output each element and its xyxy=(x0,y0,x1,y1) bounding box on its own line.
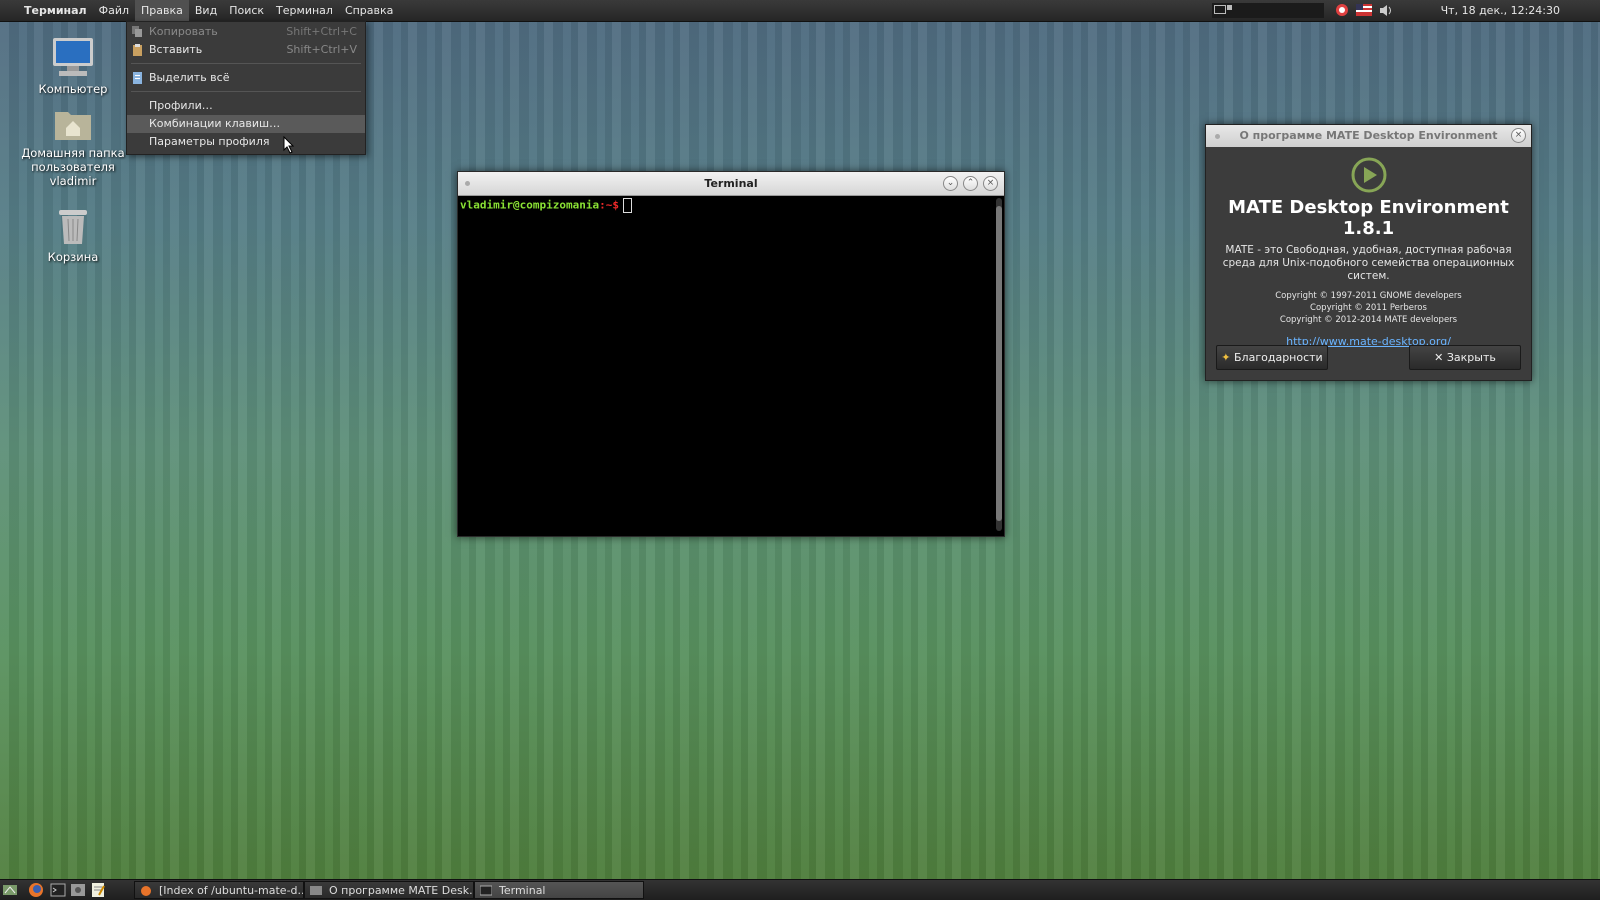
menu-app-terminal[interactable]: Терминал xyxy=(18,0,93,21)
about-dialog[interactable]: О программе MATE Desktop Environment × M… xyxy=(1205,124,1532,381)
workspace-1[interactable] xyxy=(1214,5,1226,14)
notification-icon[interactable] xyxy=(1335,3,1350,18)
menu-item-profiles-label: Профили… xyxy=(149,99,213,112)
minimize-icon[interactable]: ⌄ xyxy=(943,176,958,191)
text-editor-icon[interactable] xyxy=(90,882,106,898)
desktop-icon-home-label-2: пользователя xyxy=(31,160,115,174)
mate-logo-icon xyxy=(1351,157,1386,193)
menu-item-shortcuts[interactable]: Комбинации клавиш… xyxy=(127,115,365,133)
desktop-icon-trash[interactable]: Корзина xyxy=(18,206,128,264)
menu-bar: Терминал Файл Правка Вид Поиск Терминал … xyxy=(18,0,399,21)
desktop-icon-computer-label: Компьютер xyxy=(38,82,108,96)
terminal-titlebar[interactable]: Terminal ⌄ ⌃ × xyxy=(458,172,1004,196)
copyright-line: Copyright © 2012-2014 MATE developers xyxy=(1279,315,1458,325)
menu-separator xyxy=(131,63,361,64)
menu-item-paste-label: Вставить xyxy=(149,43,203,56)
close-icon[interactable]: × xyxy=(1511,128,1526,143)
star-icon: ✦ xyxy=(1221,351,1231,364)
workspace-switcher[interactable] xyxy=(1212,3,1324,18)
menu-item-profile-preferences[interactable]: Параметры профиля xyxy=(127,133,365,151)
menu-item-copy[interactable]: Копировать Shift+Ctrl+C xyxy=(127,23,365,41)
desktop-icon-trash-label: Корзина xyxy=(47,250,99,264)
copyright-line: Copyright © 2011 Perberos xyxy=(1310,303,1427,313)
edit-menu-dropdown: Копировать Shift+Ctrl+C Вставить Shift+C… xyxy=(126,21,366,155)
firefox-icon[interactable] xyxy=(28,882,44,898)
about-window-icon xyxy=(310,886,322,895)
menu-file[interactable]: Файл xyxy=(93,0,135,21)
close-icon[interactable]: × xyxy=(983,176,998,191)
menu-item-copy-label: Копировать xyxy=(149,25,218,38)
taskbar-item-label: [Index of /ubuntu-mate-d... xyxy=(159,884,304,897)
close-button[interactable]: ✕ Закрыть xyxy=(1409,345,1521,370)
trash-icon xyxy=(59,210,87,244)
about-titlebar[interactable]: О программе MATE Desktop Environment × xyxy=(1206,125,1531,147)
menu-item-select-all-label: Выделить всё xyxy=(149,71,230,84)
menu-item-select-all[interactable]: Выделить всё xyxy=(127,69,365,87)
clock[interactable]: Чт, 18 дек., 12:24:30 xyxy=(1441,0,1560,21)
prompt-path: :~$ xyxy=(599,198,619,212)
terminal-window-icon xyxy=(480,885,492,896)
terminal-window[interactable]: Terminal ⌄ ⌃ × vladimir@compizomania:~$ xyxy=(457,171,1005,537)
copyright-line: Copyright © 1997-2011 GNOME developers xyxy=(1275,291,1462,301)
taskbar-item-label: О программе MATE Desk... xyxy=(329,884,474,897)
terminal-prompt[interactable]: vladimir@compizomania:~$ xyxy=(460,198,632,213)
menu-edit[interactable]: Правка xyxy=(135,0,189,21)
system-settings-icon[interactable] xyxy=(70,882,86,898)
top-panel: Терминал Файл Правка Вид Поиск Терминал … xyxy=(0,0,1600,22)
menu-item-paste-accel: Shift+Ctrl+V xyxy=(286,43,357,56)
menu-item-profile-preferences-label: Параметры профиля xyxy=(149,135,270,148)
select-all-icon xyxy=(133,72,142,84)
menu-separator xyxy=(131,91,361,92)
menu-help[interactable]: Справка xyxy=(339,0,399,21)
mouse-cursor-icon xyxy=(283,136,295,154)
terminal-title: Terminal xyxy=(704,177,758,190)
taskbar-item-about[interactable]: О программе MATE Desk... xyxy=(304,881,474,899)
desktop-icon-home-label-3: vladimir xyxy=(49,174,97,188)
about-product-name: MATE Desktop Environment 1.8.1 xyxy=(1228,197,1509,239)
terminal-launcher-icon[interactable] xyxy=(50,882,66,898)
desktop-icon-computer[interactable]: Компьютер xyxy=(18,36,128,96)
home-folder-icon xyxy=(55,112,91,140)
taskbar-item-terminal[interactable]: Terminal xyxy=(474,881,644,899)
menu-terminal[interactable]: Терминал xyxy=(270,0,339,21)
scrollbar-thumb[interactable] xyxy=(996,206,1002,521)
bottom-panel: [Index of /ubuntu-mate-d... О программе … xyxy=(0,879,1600,900)
workspace-2[interactable] xyxy=(1227,5,1232,10)
computer-icon xyxy=(53,38,93,76)
window-menu-icon[interactable] xyxy=(1215,134,1220,139)
volume-icon[interactable] xyxy=(1378,3,1394,18)
close-x-icon: ✕ xyxy=(1434,351,1444,364)
paste-icon xyxy=(133,44,142,56)
maximize-icon[interactable]: ⌃ xyxy=(963,176,978,191)
taskbar-item-browser[interactable]: [Index of /ubuntu-mate-d... xyxy=(134,881,304,899)
about-description: MATE - это Свободная, удобная, доступная… xyxy=(1222,244,1515,282)
about-title: О программе MATE Desktop Environment xyxy=(1239,129,1498,142)
terminal-scrollbar[interactable] xyxy=(996,198,1002,531)
prompt-user: vladimir@compizomania xyxy=(460,198,600,212)
menu-item-profiles[interactable]: Профили… xyxy=(127,97,365,115)
copy-icon xyxy=(132,26,142,37)
desktop-icon-home[interactable]: Домашняя папка пользователя vladimir xyxy=(18,106,128,188)
browser-icon xyxy=(141,886,151,896)
show-desktop-icon[interactable] xyxy=(2,882,18,898)
menu-item-paste[interactable]: Вставить Shift+Ctrl+V xyxy=(127,41,365,59)
menu-item-copy-accel: Shift+Ctrl+C xyxy=(286,25,357,38)
desktop-icon-home-label-1: Домашняя папка xyxy=(21,146,125,160)
menu-item-shortcuts-label: Комбинации клавиш… xyxy=(149,117,281,130)
menu-search[interactable]: Поиск xyxy=(223,0,270,21)
close-button-label: Закрыть xyxy=(1446,351,1496,364)
credits-button[interactable]: ✦ Благодарности xyxy=(1216,345,1328,370)
text-cursor xyxy=(622,198,632,213)
taskbar-item-label: Terminal xyxy=(499,884,546,897)
menu-view[interactable]: Вид xyxy=(189,0,223,21)
keyboard-layout-flag-icon[interactable] xyxy=(1356,3,1372,18)
credits-button-label: Благодарности xyxy=(1234,351,1323,364)
